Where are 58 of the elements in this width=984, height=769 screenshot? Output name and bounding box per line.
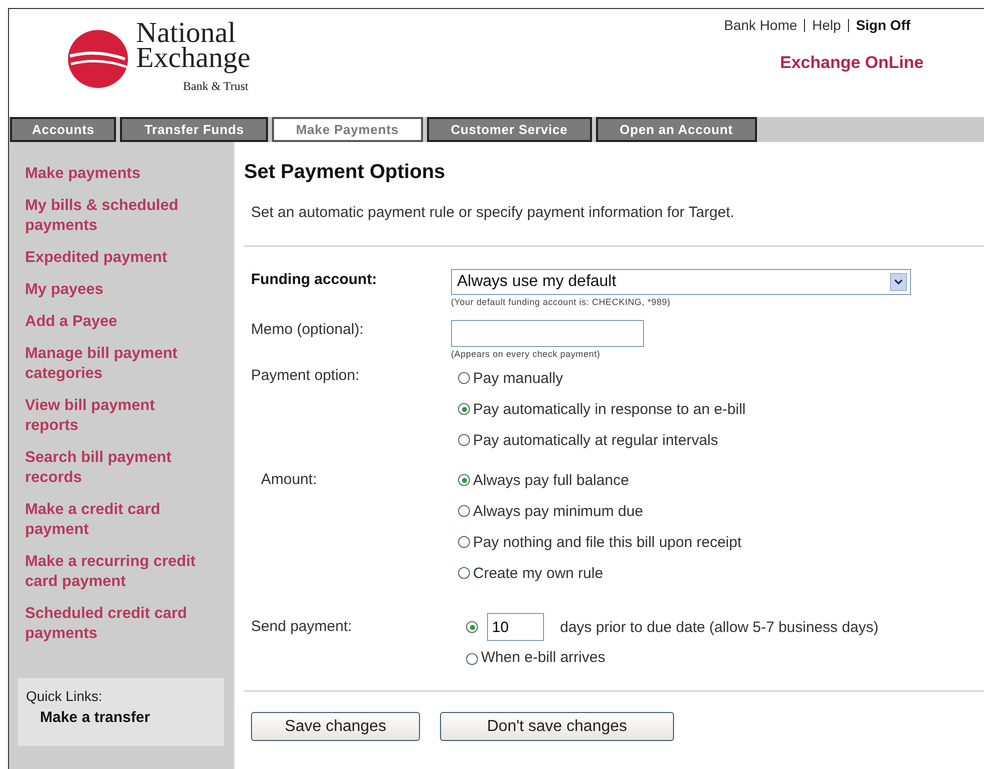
sidebar-link[interactable]: Scheduled credit card payments: [25, 604, 214, 644]
product-name: Exchange OnLine: [780, 53, 924, 73]
radio-button[interactable]: [458, 536, 470, 548]
option-label: Pay automatically in response to an e-bill: [473, 400, 746, 418]
field-hint: (Your default funding account is: CHECKING, *989): [451, 297, 672, 307]
option-label: When e-bill arrives: [481, 649, 606, 666]
sidebar-link[interactable]: Manage bill payment categories: [25, 344, 214, 384]
account-dropdown[interactable]: Always use my default: [451, 269, 911, 295]
top-link[interactable]: Bank Home: [724, 17, 804, 33]
memo-field[interactable]: [451, 320, 644, 347]
field-label: Memo (optional):: [251, 320, 365, 340]
page-description: Set an automatic payment rule or specify payment information for Target.: [251, 204, 736, 221]
bank-name: National: [136, 21, 236, 46]
top-link[interactable]: Help: [805, 17, 848, 33]
option-label: Pay manually: [473, 370, 564, 386]
radio-button[interactable]: [458, 403, 470, 415]
nav-tab[interactable]: Open an Account: [596, 117, 757, 142]
nav-tab[interactable]: Accounts: [10, 117, 116, 142]
sidebar-link[interactable]: View bill payment reports: [25, 396, 214, 436]
radio-button[interactable]: [458, 505, 470, 517]
sidebar-link[interactable]: Make payments: [25, 164, 214, 184]
nav-tab[interactable]: Make Payments: [272, 117, 423, 142]
sidebar-link[interactable]: Make a credit card payment: [25, 500, 214, 540]
quick-link[interactable]: Make a transfer: [40, 709, 216, 726]
nav-tab[interactable]: Customer Service: [426, 117, 592, 142]
option-label: Create my own rule: [473, 564, 604, 582]
radio-button[interactable]: [466, 653, 478, 665]
radio-button[interactable]: [458, 372, 470, 384]
option-label: Always pay minimum due: [473, 502, 644, 520]
radio-button[interactable]: [458, 434, 470, 446]
days-field[interactable]: 10: [487, 613, 544, 641]
logo-icon: [67, 29, 129, 89]
save-button[interactable]: Save changes: [251, 712, 420, 741]
sidebar-link[interactable]: Add a Payee: [25, 312, 214, 332]
radio-button[interactable]: [458, 567, 470, 579]
radio-button[interactable]: [466, 621, 478, 633]
top-link[interactable]: Sign Off: [848, 17, 918, 33]
bank-tagline: Bank & Trust: [182, 79, 248, 94]
field-label: Funding account:: [251, 271, 378, 290]
nav-tab[interactable]: Transfer Funds: [120, 117, 268, 142]
option-label: Pay automatically at regular intervals: [473, 432, 718, 448]
field-label: Amount:: [260, 470, 318, 490]
sidebar-link[interactable]: Expedited payment: [25, 248, 214, 268]
sidebar-link[interactable]: Make a recurring credit card payment: [25, 552, 214, 592]
sidebar-link[interactable]: Search bill payment records: [25, 448, 214, 488]
option-label: Pay nothing and file this bill upon receipt: [473, 534, 742, 550]
sidebar-link[interactable]: My bills & scheduled payments: [25, 196, 214, 236]
sidebar-link[interactable]: My payees: [25, 280, 214, 300]
cancel-button[interactable]: Don't save changes: [440, 712, 674, 741]
bank-name: Exchange: [136, 46, 250, 71]
quick-links-title: Quick Links:: [26, 688, 104, 704]
radio-button[interactable]: [458, 474, 470, 486]
field-label: Send payment:: [251, 617, 353, 637]
field-label: Payment option:: [251, 366, 360, 386]
option-label: Always pay full balance: [473, 472, 629, 488]
page-title: Set Payment Options: [244, 161, 446, 184]
option-label: days prior to due date (allow 5-7 business days): [560, 618, 879, 636]
field-hint: (Appears on every check payment): [451, 349, 602, 359]
